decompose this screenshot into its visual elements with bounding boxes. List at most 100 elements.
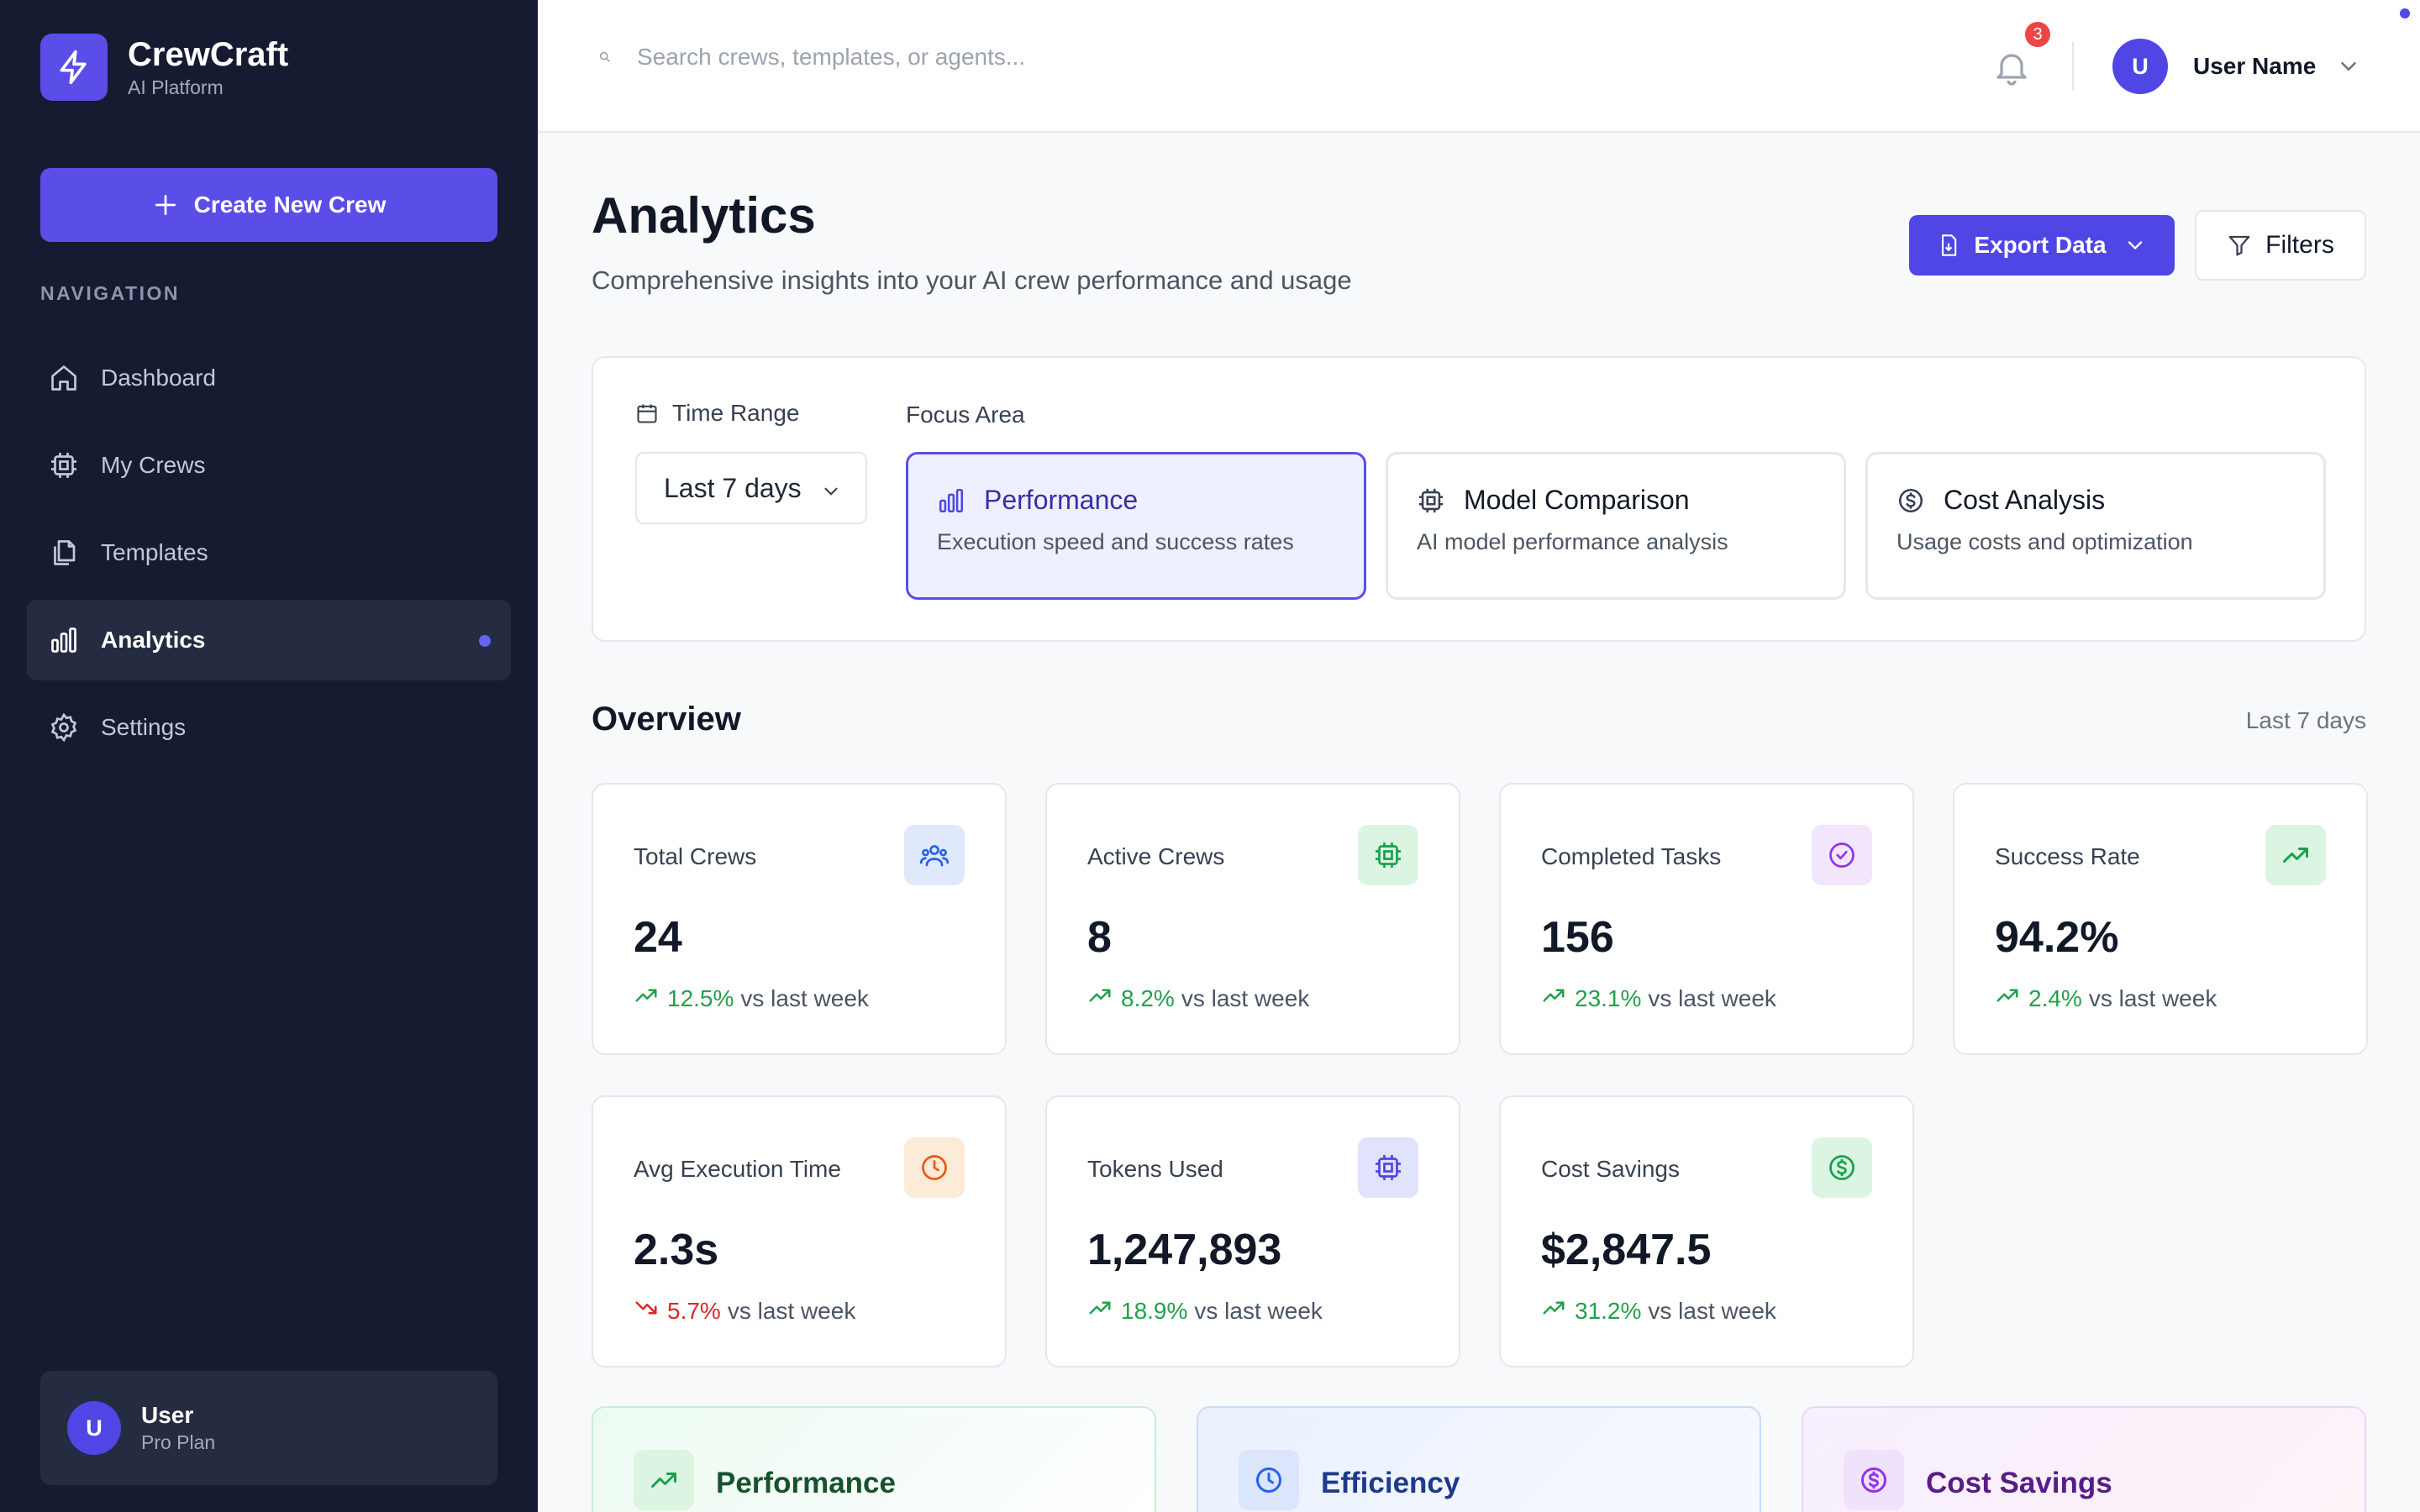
check-circle-icon — [1812, 825, 1872, 885]
focus-option-description: Usage costs and optimization — [1897, 529, 2193, 554]
focus-option-description: AI model performance analysis — [1417, 529, 1728, 554]
sidebar-item-label: Settings — [101, 714, 187, 740]
stat-card-tokens-used[interactable]: Tokens Used 1,247,893 18.9% vs last week — [1045, 1095, 1460, 1368]
sidebar-item-my-crews[interactable]: My Crews — [27, 425, 511, 506]
sidebar-item-label: My Crews — [101, 452, 206, 478]
category-title: Cost Savings — [1926, 1467, 2112, 1499]
stat-label: Success Rate — [1995, 843, 2140, 869]
stat-value: 2.3s — [634, 1226, 719, 1274]
stat-change: 8.2% vs last week — [1087, 983, 1309, 1014]
cpu-icon — [1358, 1137, 1418, 1198]
stat-change: 2.4% vs last week — [1995, 983, 2217, 1014]
app-subtitle: AI Platform — [128, 76, 224, 98]
create-new-crew-button[interactable]: Create New Crew — [40, 168, 497, 242]
category-card-performance[interactable]: Performance — [592, 1406, 1156, 1512]
gear-icon — [47, 711, 81, 744]
stat-card-completed-tasks[interactable]: Completed Tasks 156 23.1% vs last week — [1499, 783, 1914, 1055]
trending-up-icon — [1087, 983, 1113, 1014]
sidebar-item-label: Templates — [101, 539, 208, 565]
notification-badge: 3 — [2025, 22, 2050, 47]
stat-change-suffix: vs last week — [727, 1297, 856, 1324]
focus-option-title: Model Comparison — [1464, 485, 1690, 515]
category-title: Performance — [716, 1467, 896, 1499]
status-dot — [2400, 8, 2410, 18]
chevron-down-icon — [824, 487, 838, 496]
sidebar-item-dashboard[interactable]: Dashboard — [27, 338, 511, 418]
sidebar-item-analytics[interactable]: Analytics — [27, 600, 511, 680]
stat-label: Cost Savings — [1541, 1156, 1680, 1182]
time-range-value: Last 7 days — [664, 472, 802, 503]
brand[interactable]: CrewCraft AI Platform — [40, 34, 288, 101]
sidebar-user-card[interactable]: U User Pro Plan — [40, 1371, 497, 1485]
search-icon — [599, 51, 610, 62]
stat-change: 23.1% vs last week — [1541, 983, 1776, 1014]
user-plan: Pro Plan — [141, 1431, 216, 1453]
stat-card-total-crews[interactable]: Total Crews 24 12.5% vs last week — [592, 783, 1007, 1055]
sidebar-item-templates[interactable]: Templates — [27, 512, 511, 593]
user-menu-name: User Name — [2193, 53, 2317, 79]
focus-option-cost-analysis[interactable]: Cost Analysis Usage costs and optimizati… — [1865, 452, 2326, 600]
time-range-label-group: Time Range — [635, 400, 799, 427]
user-name: User — [141, 1402, 194, 1428]
stat-change-percent: 2.4% — [2028, 984, 2082, 1011]
dollar-icon — [1898, 488, 1923, 512]
clock-icon — [1239, 1450, 1299, 1510]
bell-icon[interactable] — [1991, 47, 2032, 87]
stat-change-percent: 5.7% — [667, 1297, 721, 1324]
trending-up-icon — [1541, 983, 1566, 1014]
sidebar-item-settings[interactable]: Settings — [27, 687, 511, 768]
focus-option-performance[interactable]: Performance Execution speed and success … — [906, 452, 1366, 600]
stat-label: Active Crews — [1087, 843, 1225, 869]
focus-option-title: Cost Analysis — [1944, 485, 2106, 515]
chevron-down-icon — [2341, 62, 2357, 71]
stat-change-percent: 31.2% — [1575, 1297, 1642, 1324]
clock-icon — [904, 1137, 965, 1198]
focus-option-title: Performance — [984, 485, 1139, 515]
stat-value: 24 — [634, 913, 682, 962]
time-range-label: Time Range — [672, 400, 800, 426]
stat-change-percent: 18.9% — [1121, 1297, 1188, 1324]
stat-change-suffix: vs last week — [1194, 1297, 1323, 1324]
trending-down-icon — [634, 1295, 659, 1326]
dollar-icon — [1844, 1450, 1904, 1510]
stat-card-success-rate[interactable]: Success Rate 94.2% 2.4% vs last week — [1953, 783, 2368, 1055]
trending-up-icon — [634, 983, 659, 1014]
stat-change: 12.5% vs last week — [634, 983, 869, 1014]
stat-card-avg-execution-time[interactable]: Avg Execution Time 2.3s 5.7% vs last week — [592, 1095, 1007, 1368]
overview-title: Overview — [592, 701, 741, 738]
avatar: U — [67, 1401, 121, 1455]
category-card-cost-savings[interactable]: Cost Savings — [1802, 1406, 2366, 1512]
plus-icon — [155, 195, 176, 215]
chevron-down-icon — [2128, 241, 2142, 250]
stat-label: Tokens Used — [1087, 1156, 1223, 1182]
stat-change-percent: 12.5% — [667, 984, 734, 1011]
stat-card-active-crews[interactable]: Active Crews 8 8.2% vs last week — [1045, 783, 1460, 1055]
focus-option-model-comparison[interactable]: Model Comparison AI model performance an… — [1386, 452, 1846, 600]
export-data-label: Export Data — [1974, 232, 2107, 258]
divider — [2072, 42, 2074, 91]
user-menu[interactable]: U User Name — [2112, 39, 2361, 94]
stat-label: Avg Execution Time — [634, 1156, 841, 1182]
sidebar-nav: Dashboard My Crews Templates Analytics S… — [27, 338, 511, 774]
stat-card-cost-savings[interactable]: Cost Savings $2,847.5 31.2% vs last week — [1499, 1095, 1914, 1368]
bar-chart-icon — [939, 488, 964, 512]
file-download-icon — [1942, 234, 1957, 256]
filter-icon — [2228, 235, 2250, 256]
stat-value: 8 — [1087, 913, 1112, 962]
time-range-select[interactable]: Last 7 days — [635, 452, 867, 524]
search-input[interactable] — [637, 44, 1393, 71]
category-card-efficiency[interactable]: Efficiency — [1197, 1406, 1761, 1512]
cpu-icon — [1418, 488, 1444, 512]
stat-value: 156 — [1541, 913, 1614, 962]
stat-change-suffix: vs last week — [2088, 984, 2217, 1011]
export-data-button[interactable]: Export Data — [1909, 215, 2175, 276]
stat-change: 31.2% vs last week — [1541, 1295, 1776, 1326]
page-subtitle: Comprehensive insights into your AI crew… — [592, 265, 1352, 295]
stat-change-suffix: vs last week — [1181, 984, 1310, 1011]
cpu-icon — [47, 449, 81, 482]
stat-label: Total Crews — [634, 843, 757, 869]
filters-button[interactable]: Filters — [2195, 210, 2366, 281]
focus-option-description: Execution speed and success rates — [937, 529, 1294, 554]
stat-change-percent: 8.2% — [1121, 984, 1175, 1011]
category-title: Efficiency — [1321, 1467, 1460, 1499]
